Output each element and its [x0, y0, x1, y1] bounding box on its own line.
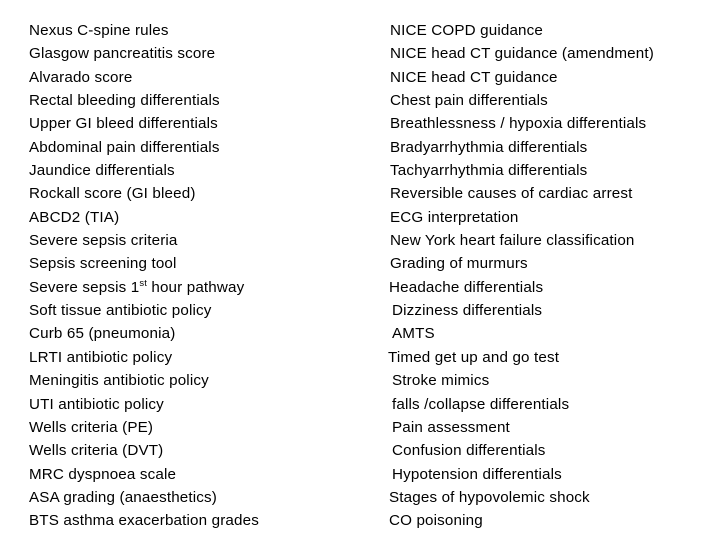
two-column-layout: Nexus C-spine rules Glasgow pancreatitis… [0, 0, 720, 540]
list-item[interactable]: LRTI antibiotic policy [29, 346, 354, 369]
list-item[interactable]: Breathlessness / hypoxia differentials [389, 112, 714, 135]
list-item[interactable]: NICE head CT guidance [389, 66, 714, 89]
list-item[interactable]: Stroke mimics [389, 369, 714, 392]
list-item[interactable]: Wells criteria (PE) [29, 416, 354, 439]
list-item[interactable]: Sepsis screening tool [29, 252, 354, 275]
list-item[interactable]: Tachyarrhythmia differentials [389, 159, 714, 182]
list-item[interactable]: AMTS [389, 322, 714, 345]
list-item[interactable]: CO poisoning [389, 509, 714, 532]
list-item[interactable]: Glasgow pancreatitis score [29, 42, 354, 65]
list-item-superscript[interactable]: Severe sepsis 1st hour pathway [29, 276, 354, 299]
right-column-list: NICE COPD guidance NICE head CT guidance… [388, 19, 714, 533]
list-item[interactable]: Dizziness differentials [389, 299, 714, 322]
ordinal-suffix: st [139, 276, 147, 288]
list-item[interactable]: Pain assessment [389, 416, 714, 439]
list-item[interactable]: Rectal bleeding differentials [29, 89, 354, 112]
list-item[interactable]: falls /collapse differentials [389, 393, 714, 416]
left-column-list: Nexus C-spine rules Glasgow pancreatitis… [29, 19, 354, 533]
list-item[interactable]: Reversible causes of cardiac arrest [389, 182, 714, 205]
list-item[interactable]: Bradyarrhythmia differentials [389, 136, 714, 159]
list-item[interactable]: ASA grading (anaesthetics) [29, 486, 354, 509]
list-item-suffix: hour pathway [146, 278, 245, 296]
list-item[interactable]: Grading of murmurs [389, 252, 714, 275]
list-item[interactable]: Curb 65 (pneumonia) [29, 322, 354, 345]
list-item[interactable]: Stages of hypovolemic shock [389, 486, 714, 509]
list-item[interactable]: ECG interpretation [389, 206, 714, 229]
list-item[interactable]: NICE head CT guidance (amendment) [389, 42, 714, 65]
list-item[interactable]: Headache differentials [389, 276, 714, 299]
list-item[interactable]: ABCD2 (TIA) [29, 206, 354, 229]
list-item[interactable]: Meningitis antibiotic policy [29, 369, 354, 392]
slide-canvas: Nexus C-spine rules Glasgow pancreatitis… [0, 0, 720, 540]
list-item[interactable]: Timed get up and go test [388, 346, 714, 369]
list-item[interactable]: NICE COPD guidance [389, 19, 714, 42]
list-item[interactable]: Abdominal pain differentials [29, 136, 354, 159]
list-item[interactable]: Hypotension differentials [389, 463, 714, 486]
list-item[interactable]: Confusion differentials [389, 439, 714, 462]
list-item[interactable]: MRC dyspnoea scale [29, 463, 354, 486]
list-item[interactable]: Soft tissue antibiotic policy [29, 299, 354, 322]
list-item[interactable]: Alvarado score [29, 66, 354, 89]
list-item[interactable]: Rockall score (GI bleed) [29, 182, 354, 205]
list-item[interactable]: BTS asthma exacerbation grades [29, 509, 354, 532]
list-item[interactable]: Wells criteria (DVT) [29, 439, 354, 462]
left-column: Nexus C-spine rules Glasgow pancreatitis… [0, 0, 360, 540]
list-item[interactable]: Jaundice differentials [29, 159, 354, 182]
list-item[interactable]: Upper GI bleed differentials [29, 112, 354, 135]
list-item[interactable]: UTI antibiotic policy [29, 393, 354, 416]
right-column: NICE COPD guidance NICE head CT guidance… [360, 0, 720, 540]
list-item-prefix: Severe sepsis 1 [29, 278, 140, 296]
list-item[interactable]: Severe sepsis criteria [29, 229, 354, 252]
list-item[interactable]: Nexus C-spine rules [29, 19, 354, 42]
list-item[interactable]: Chest pain differentials [389, 89, 714, 112]
list-item[interactable]: New York heart failure classification [389, 229, 714, 252]
